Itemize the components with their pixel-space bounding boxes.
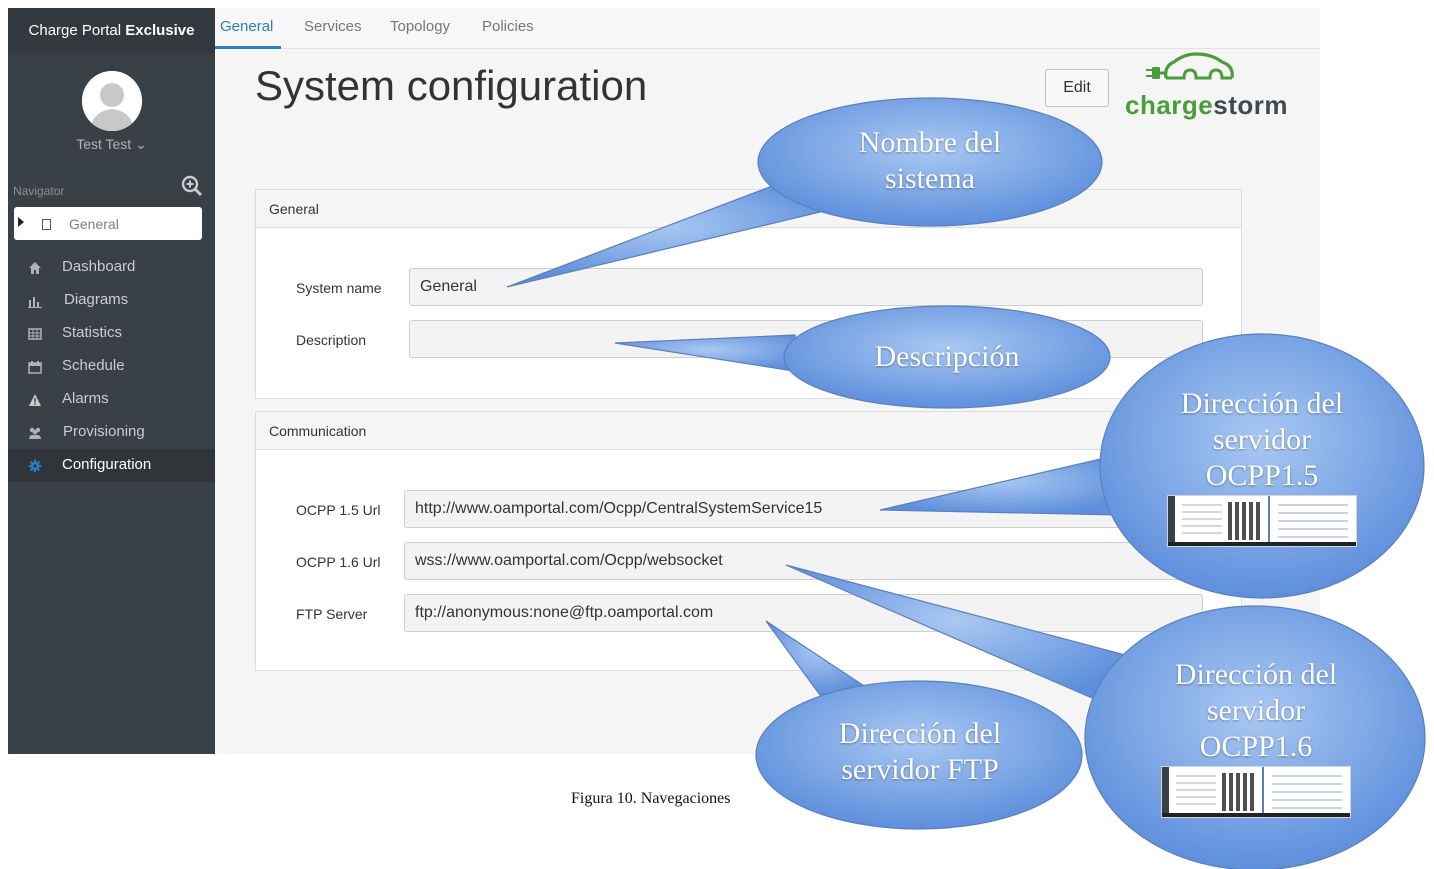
callout-ftp-text: Dirección del servidor FTP bbox=[770, 716, 1070, 788]
callout-ocpp15-text: Dirección del servidor OCPP1.5 bbox=[1112, 386, 1412, 494]
callout-description-text: Descripción bbox=[874, 340, 1020, 373]
callout-line: Nombre del bbox=[858, 126, 1002, 159]
callout-line: Dirección del bbox=[1174, 658, 1338, 691]
figure: Charge Portal Exclusive Test Test ⌄ Navi… bbox=[0, 0, 1434, 869]
callout-description-tail bbox=[614, 334, 801, 373]
callout-ocpp15-tail bbox=[879, 457, 1121, 516]
callout-system-name-text: Nombre del sistema bbox=[780, 125, 1080, 197]
callout-line: servidor FTP bbox=[841, 753, 999, 786]
screenshot-thumbnail bbox=[1167, 495, 1357, 547]
callout-line: servidor bbox=[1206, 694, 1306, 727]
callout-ftp-tail bbox=[765, 620, 872, 696]
callout-system-name-tail bbox=[506, 184, 822, 288]
screenshot-thumbnail bbox=[1161, 766, 1351, 818]
callout-line: Dirección del bbox=[1180, 387, 1344, 420]
callout-line: servidor bbox=[1212, 423, 1312, 456]
callout-line: sistema bbox=[885, 162, 975, 195]
callout-line: OCPP1.5 bbox=[1205, 459, 1319, 492]
callout-line: OCPP1.6 bbox=[1199, 730, 1313, 763]
callout-line: Dirección del bbox=[838, 717, 1002, 750]
callout-ocpp16-text: Dirección del servidor OCPP1.6 bbox=[1106, 657, 1406, 765]
